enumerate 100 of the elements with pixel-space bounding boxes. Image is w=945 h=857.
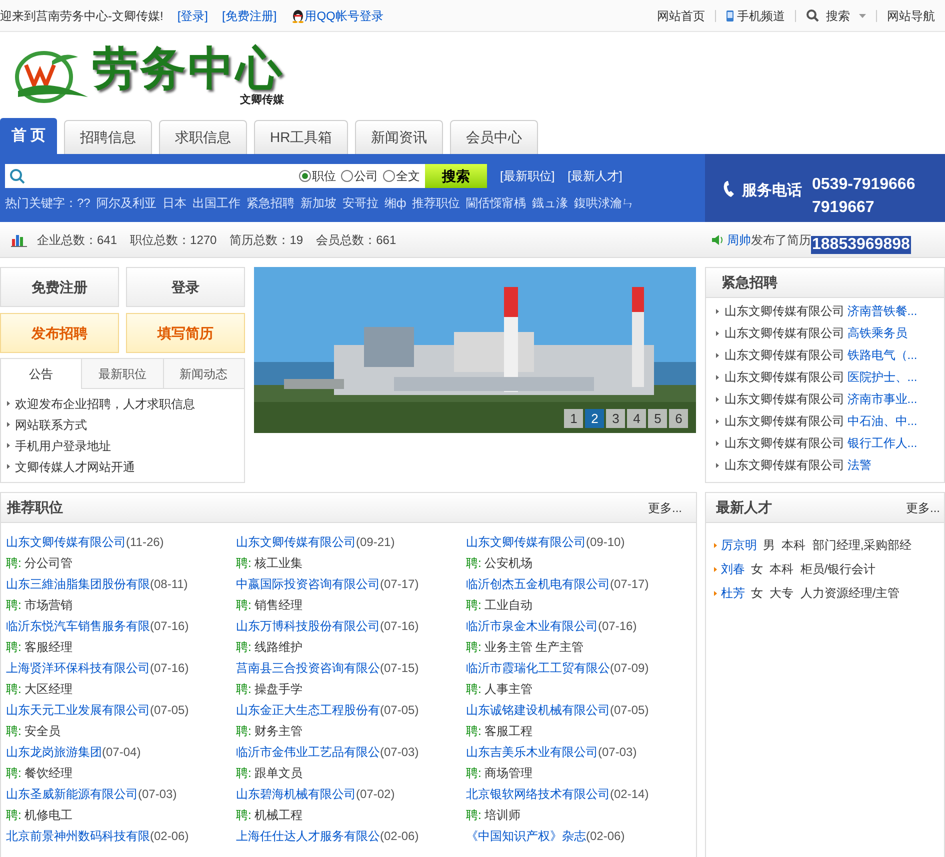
job-title: 机械工程 xyxy=(254,806,302,824)
notice-tab[interactable]: 公告 xyxy=(1,359,82,389)
hot-keyword-link[interactable]: 鐡ュ湪 xyxy=(532,194,568,212)
company-link[interactable]: 上海任仕达人才服务有限公 xyxy=(236,826,380,844)
company-link[interactable]: 山东圣威新能源有限公司 xyxy=(6,784,138,802)
search-quick-link[interactable]: [最新人才] xyxy=(568,167,622,185)
company-link[interactable]: 山东万博科技股份有限公司 xyxy=(236,616,380,634)
nav-tab[interactable]: 首 页 xyxy=(0,118,57,154)
hiring-label: 聘: xyxy=(236,764,252,782)
notice-link[interactable]: 手机用户登录地址 xyxy=(15,436,111,454)
member-name-link[interactable]: 周帅 xyxy=(727,230,751,248)
hiring-label: 聘: xyxy=(466,722,482,740)
hot-keyword-link[interactable]: 安哥拉 xyxy=(342,194,378,212)
search-quick-link[interactable]: [最新职位] xyxy=(500,167,555,185)
company-link[interactable]: 临沂创杰五金机电有限公司 xyxy=(466,574,610,592)
search-type-radio[interactable]: 公司 xyxy=(341,167,378,185)
company-link[interactable]: 山东诚铭建设机械有限公司 xyxy=(466,700,610,718)
post-date: (07-15) xyxy=(380,660,419,676)
hot-keyword-link[interactable]: 鍑哄浗瀹ㄣ xyxy=(574,194,634,212)
top-nav-link[interactable]: 手机频道 xyxy=(726,6,785,24)
hot-keyword-link[interactable]: 缃ф xyxy=(384,194,406,212)
quick-action-button[interactable]: 免费注册 xyxy=(0,267,119,307)
hot-keyword-link[interactable]: 出国工作 xyxy=(192,194,240,212)
talent-details: 女 大专 人力资源经理/主管 xyxy=(751,585,900,602)
post-date: (07-03) xyxy=(598,744,637,760)
job-title: 销售经理 xyxy=(254,596,302,614)
slide-page-button[interactable]: 5 xyxy=(648,409,668,428)
search-type-radio[interactable]: 全文 xyxy=(383,167,420,185)
company-link[interactable]: 山东龙岗旅游集团 xyxy=(6,742,102,760)
top-nav-link[interactable]: 网站首页 xyxy=(657,6,705,24)
stat-text: 职位总数：1270 xyxy=(130,232,217,248)
quick-action-button[interactable]: 发布招聘 xyxy=(0,313,119,353)
job-link[interactable]: 高铁乘务员 xyxy=(847,324,908,342)
company-link[interactable]: 《中国知识产权》杂志 xyxy=(466,826,586,844)
slide-page-button[interactable]: 4 xyxy=(627,409,646,428)
hot-keyword-link[interactable]: 推荐职位 xyxy=(412,194,460,212)
slide-page-button[interactable]: 1 xyxy=(564,409,584,428)
slide-page-button[interactable]: 6 xyxy=(669,409,688,428)
job-title: 客服工程 xyxy=(484,722,532,740)
job-link[interactable]: 法警 xyxy=(847,456,872,474)
top-nav-link[interactable]: 搜索 xyxy=(806,6,866,24)
search-field[interactable]: 职位 公司 全文 xyxy=(5,164,425,188)
job-link[interactable]: 铁路电气（... xyxy=(847,346,918,364)
nav-tab[interactable]: 招聘信息 xyxy=(64,120,152,154)
company-link[interactable]: 临沂市泉金木业有限公司 xyxy=(466,616,598,634)
hot-keyword-link[interactable]: ?? xyxy=(77,194,90,212)
notice-tab[interactable]: 最新职位 xyxy=(81,359,162,388)
notice-link[interactable]: 文卿传媒人才网站开通 xyxy=(15,458,135,476)
quick-action-button[interactable]: 填写简历 xyxy=(126,313,245,353)
search-type-radio[interactable]: 职位 xyxy=(299,167,336,185)
company-link[interactable]: 上海贤洋环保科技有限公司 xyxy=(6,658,150,676)
slide-page-button[interactable]: 2 xyxy=(585,409,604,428)
hot-keyword-link[interactable]: 新加坡 xyxy=(300,194,336,212)
qq-login-link[interactable]: 用QQ帐号登录 xyxy=(304,6,384,24)
company-link[interactable]: 中嬴国际投资咨询有限公司 xyxy=(236,574,380,592)
company-link[interactable]: 山东三維油脂集团股份有限 xyxy=(6,574,150,592)
register-link[interactable]: [免费注册] xyxy=(222,6,277,24)
top-nav-link[interactable]: 网站导航 xyxy=(887,6,935,24)
notice-tab[interactable]: 新闻动态 xyxy=(162,359,244,388)
talent-name-link[interactable]: 刘春 xyxy=(721,560,745,578)
nav-tab[interactable]: 新闻资讯 xyxy=(355,120,444,154)
job-link[interactable]: 济南普铁餐... xyxy=(847,302,918,320)
quick-action-button[interactable]: 登录 xyxy=(126,267,245,307)
job-link[interactable]: 中石油、中... xyxy=(847,412,918,430)
login-link[interactable]: [登录] xyxy=(177,6,208,24)
company-link[interactable]: 临沂市霞瑞化工工贸有限公 xyxy=(466,658,610,676)
company-link[interactable]: 莒南县三合投资咨询有限公 xyxy=(236,658,380,676)
job-link[interactable]: 济南市事业... xyxy=(847,390,918,408)
company-link[interactable]: 山东文卿传媒有限公司 xyxy=(466,532,586,550)
company-link[interactable]: 临沂市金伟业工艺品有限公 xyxy=(236,742,380,760)
hot-keyword-link[interactable]: 日本 xyxy=(162,194,186,212)
slide-page-button[interactable]: 3 xyxy=(606,409,626,428)
hot-keyword-link[interactable]: 閫佸憡甯楀 xyxy=(466,194,526,212)
job-link[interactable]: 银行工作人... xyxy=(847,434,918,452)
talent-name-link[interactable]: 杜芳 xyxy=(721,584,745,602)
nav-tab[interactable]: HR工具箱 xyxy=(254,120,348,154)
company-link[interactable]: 山东吉美乐木业有限公司 xyxy=(466,742,598,760)
nav-tab[interactable]: 求职信息 xyxy=(159,120,247,154)
talent-name-link[interactable]: 厉京明 xyxy=(721,536,757,554)
company-link[interactable]: 山东文卿传媒有限公司 xyxy=(236,532,356,550)
search-icon xyxy=(9,168,25,184)
nav-tab[interactable]: 会员中心 xyxy=(450,120,538,154)
post-date: (07-16) xyxy=(150,618,189,634)
more-link[interactable]: 更多... xyxy=(648,498,682,516)
company-link[interactable]: 山东天元工业发展有限公司 xyxy=(6,700,150,718)
search-button[interactable]: 搜索 xyxy=(425,164,487,188)
company-link[interactable]: 北京前景神州数码科技有限 xyxy=(6,826,150,844)
job-title: 业务主管 生产主管 xyxy=(484,638,584,656)
job-link[interactable]: 医院护士、... xyxy=(847,368,918,386)
company-link[interactable]: 山东金正大生态工程股份有 xyxy=(236,700,380,718)
more-link[interactable]: 更多... xyxy=(906,498,940,516)
hot-keyword-link[interactable]: 阿尔及利亚 xyxy=(96,194,156,212)
company-link[interactable]: 临沂东悦汽车销售服务有限 xyxy=(6,616,150,634)
company-link[interactable]: 山东碧海机械有限公司 xyxy=(236,784,356,802)
company-link[interactable]: 山东文卿传媒有限公司 xyxy=(6,532,126,550)
bullet-icon xyxy=(714,542,717,548)
hot-keyword-link[interactable]: 紧急招聘 xyxy=(246,194,294,212)
company-link[interactable]: 北京银软网络技术有限公司 xyxy=(466,784,610,802)
notice-link[interactable]: 欢迎发布企业招聘，人才求职信息 xyxy=(15,394,195,412)
notice-link[interactable]: 网站联系方式 xyxy=(15,416,87,434)
